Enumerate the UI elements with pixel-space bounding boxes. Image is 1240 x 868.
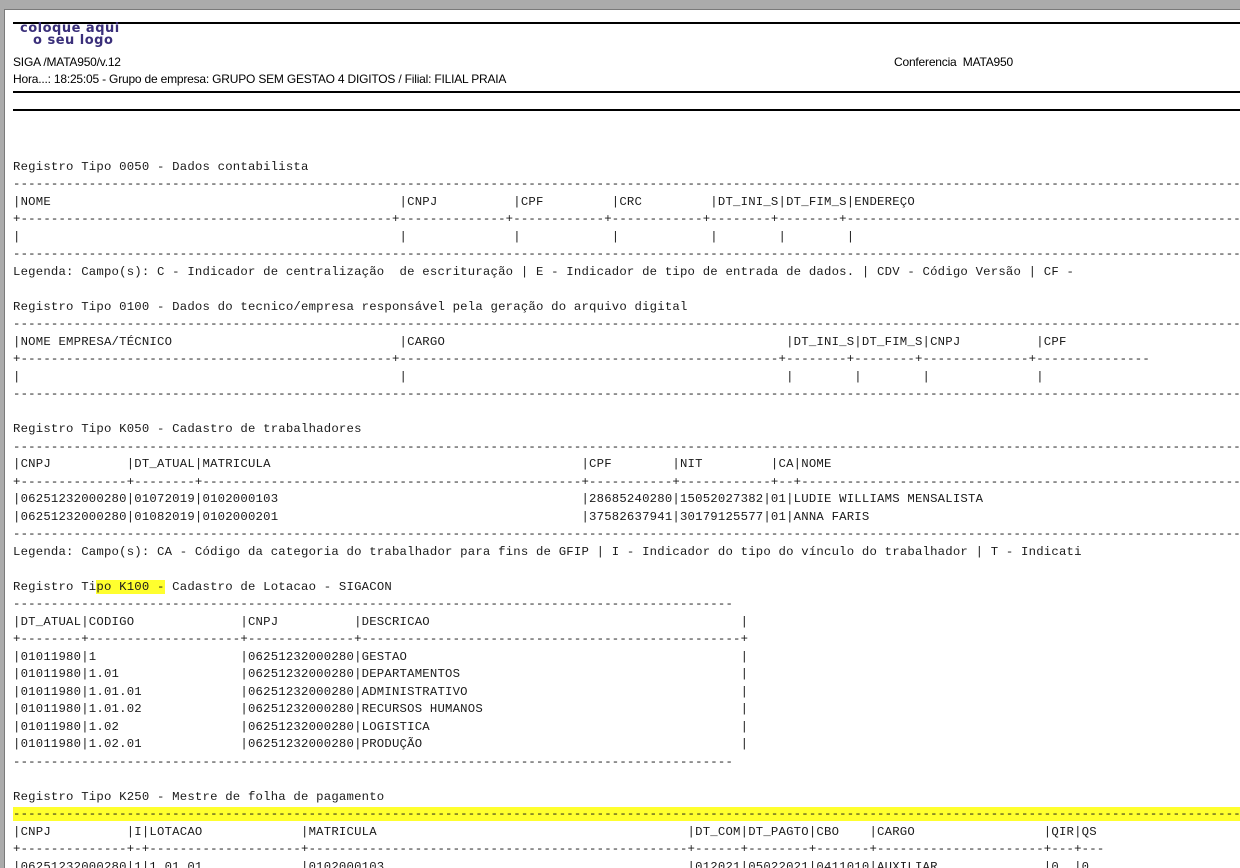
highlighter-mark: po K100 - xyxy=(96,580,164,594)
report-line: ----------------------------------------… xyxy=(13,526,1240,544)
report-line: ----------------------------------------… xyxy=(13,754,1240,772)
report-line: +--------------+-+--------------------+-… xyxy=(13,841,1240,859)
logo-placeholder: coloque aqui o seu logo xyxy=(20,23,120,47)
report-line: Registro Tipo 0050 - Dados contabilista xyxy=(13,159,1240,177)
report-line: |01011980|1.02 |06251232000280|LOGISTICA… xyxy=(13,719,1240,737)
report-line: |01011980|1.02.01 |06251232000280|PRODUÇ… xyxy=(13,736,1240,754)
report-line: |NOME EMPRESA/TÉCNICO |CARGO |DT_INI_S|D… xyxy=(13,334,1240,352)
report-title: Conferencia MATA950 xyxy=(894,55,1013,69)
report-line: |CNPJ |DT_ATUAL|MATRICULA |CPF |NIT |CA|… xyxy=(13,456,1240,474)
report-line: ----------------------------------------… xyxy=(13,176,1240,194)
report-line: | | | | | | | xyxy=(13,229,1240,247)
report-line: ----------------------------------------… xyxy=(13,316,1240,334)
report-line: Registro Tipo K050 - Cadastro de trabalh… xyxy=(13,421,1240,439)
report-header-info: Hora...: 18:25:05 - Grupo de empresa: GR… xyxy=(13,72,506,86)
report-line: |NOME |CNPJ |CPF |CRC |DT_INI_S|DT_FIM_S… xyxy=(13,194,1240,212)
highlighter-mark: ----------------------------------------… xyxy=(13,807,1240,821)
report-line: Registro Tipo 0100 - Dados do tecnico/em… xyxy=(13,299,1240,317)
report-line xyxy=(13,141,1240,159)
report-line: +--------------+--------+---------------… xyxy=(13,474,1240,492)
report-line: +---------------------------------------… xyxy=(13,351,1240,369)
report-line: Registro Tipo K100 - Cadastro de Lotacao… xyxy=(13,579,1240,597)
header-rule-2 xyxy=(13,109,1240,111)
report-line: | | | | | | xyxy=(13,369,1240,387)
report-line: ----------------------------------------… xyxy=(13,596,1240,614)
report-line: ----------------------------------------… xyxy=(13,439,1240,457)
report-line: Legenda: Campo(s): CA - Código da catego… xyxy=(13,544,1240,562)
report-line: ----------------------------------------… xyxy=(13,246,1240,264)
report-body: Registro Tipo 0050 - Dados contabilista-… xyxy=(13,141,1240,868)
report-line: |DT_ATUAL|CODIGO |CNPJ |DESCRICAO | xyxy=(13,614,1240,632)
report-line: |06251232000280|01072019|0102000103 |286… xyxy=(13,491,1240,509)
report-line: |01011980|1.01 |06251232000280|DEPARTAME… xyxy=(13,666,1240,684)
report-line: |06251232000280|01082019|0102000201 |375… xyxy=(13,509,1240,527)
report-line xyxy=(13,404,1240,422)
report-line: |01011980|1.01.02 |06251232000280|RECURS… xyxy=(13,701,1240,719)
report-line xyxy=(13,281,1240,299)
report-line: |01011980|1.01.01 |06251232000280|ADMINI… xyxy=(13,684,1240,702)
report-line xyxy=(13,771,1240,789)
program-version: SIGA /MATA950/v.12 xyxy=(13,55,121,69)
report-line: ----------------------------------------… xyxy=(13,386,1240,404)
report-line: ----------------------------------------… xyxy=(13,806,1240,824)
report-page: coloque aqui o seu logo SIGA /MATA950/v.… xyxy=(4,9,1240,868)
header-top-rule xyxy=(13,22,1240,24)
report-line xyxy=(13,561,1240,579)
header-rule-1 xyxy=(13,91,1240,93)
report-line: Legenda: Campo(s): C - Indicador de cent… xyxy=(13,264,1240,282)
report-line: |CNPJ |I|LOTACAO |MATRICULA |DT_COM|DT_P… xyxy=(13,824,1240,842)
report-line: +--------+--------------------+---------… xyxy=(13,631,1240,649)
report-line: |01011980|1 |06251232000280|GESTAO | xyxy=(13,649,1240,667)
logo-line-2: o seu logo xyxy=(20,35,120,47)
report-line: Registro Tipo K250 - Mestre de folha de … xyxy=(13,789,1240,807)
report-line: +---------------------------------------… xyxy=(13,211,1240,229)
